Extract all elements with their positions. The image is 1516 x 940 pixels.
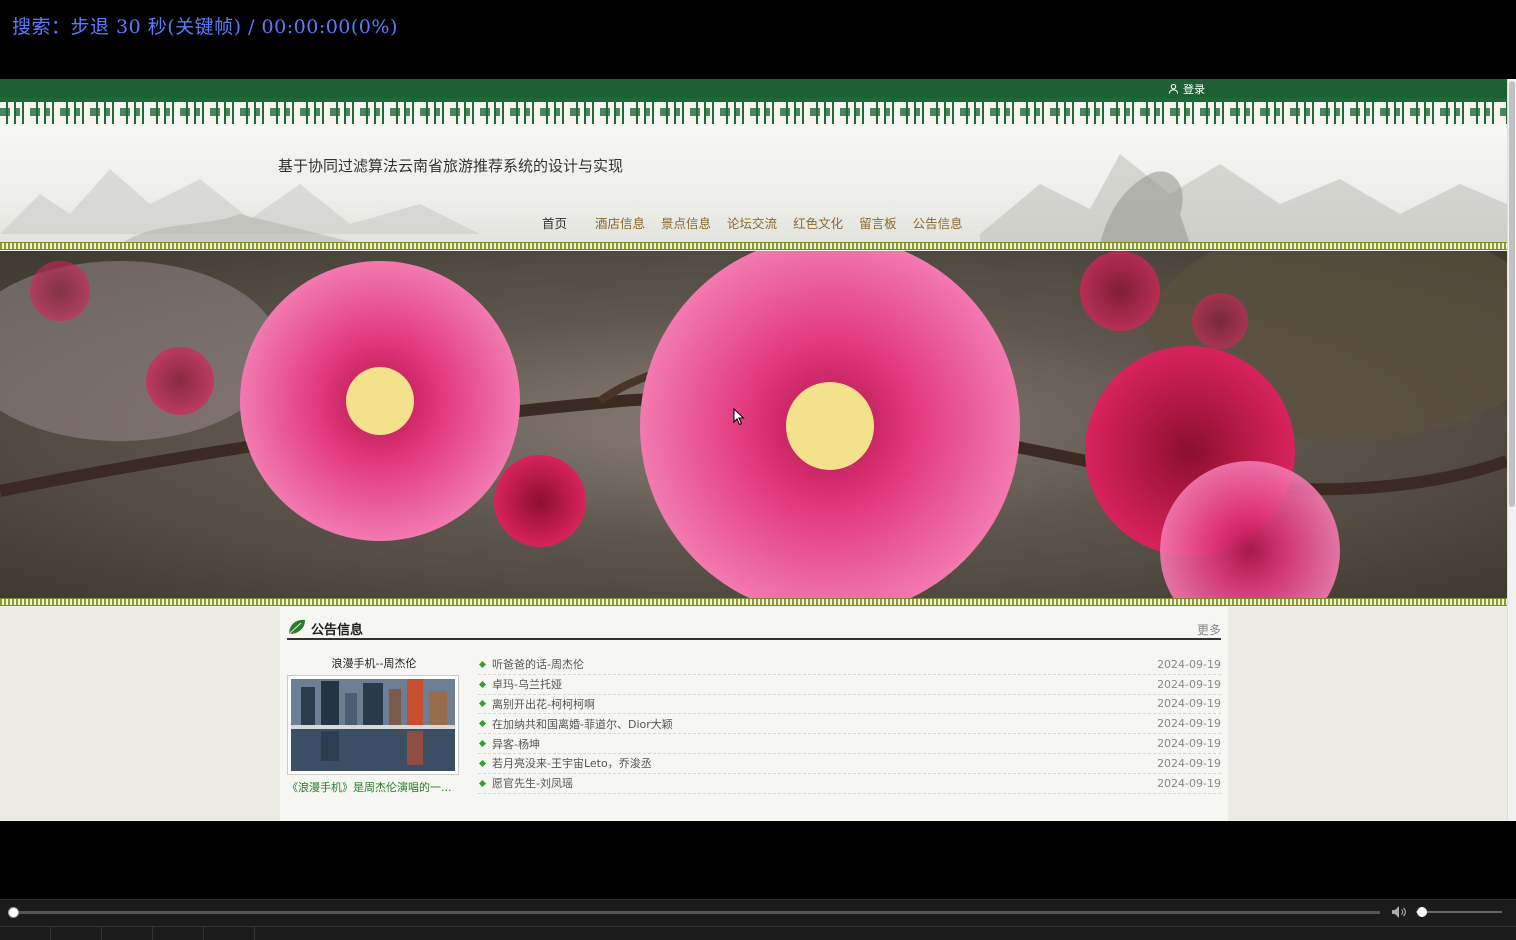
player-button[interactable] [0,927,51,940]
fret-border-pattern [0,98,1507,124]
notice-title: 异客-杨坤 [492,737,540,751]
notice-title: 听爸爸的话-周杰伦 [492,658,584,672]
volume-knob[interactable] [1417,907,1427,917]
notice-date: 2024-09-19 [1157,737,1221,751]
volume-slider[interactable] [1416,911,1502,913]
plum-blossom-image [0,251,1507,599]
top-bar: 登录 [0,79,1507,98]
notice-date: 2024-09-19 [1157,776,1221,790]
player-button-row [0,926,1516,940]
list-item[interactable]: 异客-杨坤 2024-09-19 [478,734,1221,754]
notice-date: 2024-09-19 [1157,756,1221,770]
player-osd-status: 搜索：步退 30 秒(关键帧) / 00:00:00(0%) [12,16,398,38]
volume-icon[interactable] [1391,905,1407,919]
featured-notice-image[interactable] [287,675,459,775]
site-title: 基于协同过滤算法云南省旅游推荐系统的设计与实现 [278,157,624,175]
player-button[interactable] [204,927,255,940]
banner-top-border [0,242,1507,250]
notice-date: 2024-09-19 [1157,697,1221,711]
city-skyline-image [291,679,455,771]
diamond-bullet-icon [479,680,486,688]
seek-bar[interactable] [10,911,1380,914]
featured-notice: 浪漫手机--周杰伦 《浪漫手机》是周杰伦演唱的一... [287,655,461,795]
notices-section-header: 公告信息 更多 [287,617,1221,640]
notice-title: 愿官先生-刘凤瑶 [492,777,573,791]
notices-section-title: 公告信息 [311,623,364,638]
nav-item-forum[interactable]: 论坛交流 [719,213,785,232]
player-button[interactable] [51,927,102,940]
notice-title: 离别开出花-柯柯柯啊 [492,697,595,711]
diamond-bullet-icon [479,660,486,668]
site-header: 基于协同过滤算法云南省旅游推荐系统的设计与实现 首页 酒店信息 景点信息 论坛交… [0,124,1507,244]
player-button[interactable] [153,927,204,940]
nav-item-home[interactable]: 首页 [534,213,575,232]
notice-date: 2024-09-19 [1157,677,1221,691]
list-item[interactable]: 在加纳共和国离婚-菲道尔、Dior大颖 2024-09-19 [478,714,1221,735]
featured-notice-caption[interactable]: 《浪漫手机》是周杰伦演唱的一... [287,779,455,795]
mouse-cursor-icon [733,408,745,426]
list-item[interactable]: 离别开出花-柯柯柯啊 2024-09-19 [478,695,1221,715]
more-link[interactable]: 更多 [1197,621,1221,638]
nav-item-notices[interactable]: 公告信息 [905,213,971,232]
login-link[interactable]: 登录 [1168,79,1205,98]
media-player-controls [0,899,1516,940]
user-icon [1168,83,1179,94]
web-page-viewport: 登录 基于协同过滤算法云南省旅游推荐系统的设计与实现 首页 酒店信息 景点信息 … [0,79,1516,821]
notice-title: 在加纳共和国离婚-菲道尔、Dior大颖 [492,717,673,731]
main-nav: 首页 酒店信息 景点信息 论坛交流 红色文化 留言板 公告信息 [534,213,971,232]
diamond-bullet-icon [479,779,486,787]
diamond-bullet-icon [479,700,486,708]
list-item[interactable]: 若月亮没来-王宇宙Leto，乔浚丞 2024-09-19 [478,754,1221,774]
diamond-bullet-icon [479,740,486,748]
notice-date: 2024-09-19 [1157,657,1221,671]
notice-date: 2024-09-19 [1157,717,1221,731]
leaf-icon [287,820,307,821]
scrollbar-thumb[interactable] [1509,81,1515,507]
login-label: 登录 [1183,82,1205,96]
page-scrollbar[interactable] [1507,79,1516,821]
nav-item-guestbook[interactable]: 留言板 [851,213,905,232]
diamond-bullet-icon [479,720,486,728]
next-section-header-partial [287,815,487,821]
notices-list: 听爸爸的话-周杰伦 2024-09-19 卓玛-乌兰托娅 2024-09-19 … [478,655,1221,794]
list-item[interactable]: 卓玛-乌兰托娅 2024-09-19 [478,675,1221,695]
notice-title: 若月亮没来-王宇宙Leto，乔浚丞 [492,757,652,771]
nav-item-hotels[interactable]: 酒店信息 [587,213,653,232]
banner-bottom-border [0,598,1507,606]
hero-banner-plum-blossoms [0,251,1507,599]
diamond-bullet-icon [479,759,486,767]
list-item[interactable]: 愿官先生-刘凤瑶 2024-09-19 [478,774,1221,794]
notice-title: 卓玛-乌兰托娅 [492,678,562,692]
nav-item-red-culture[interactable]: 红色文化 [785,213,851,232]
list-item[interactable]: 听爸爸的话-周杰伦 2024-09-19 [478,655,1221,675]
featured-notice-title: 浪漫手机--周杰伦 [331,657,417,670]
nav-item-attractions[interactable]: 景点信息 [653,213,719,232]
seek-knob[interactable] [8,907,19,918]
player-button[interactable] [102,927,153,940]
leaf-icon [288,619,305,635]
